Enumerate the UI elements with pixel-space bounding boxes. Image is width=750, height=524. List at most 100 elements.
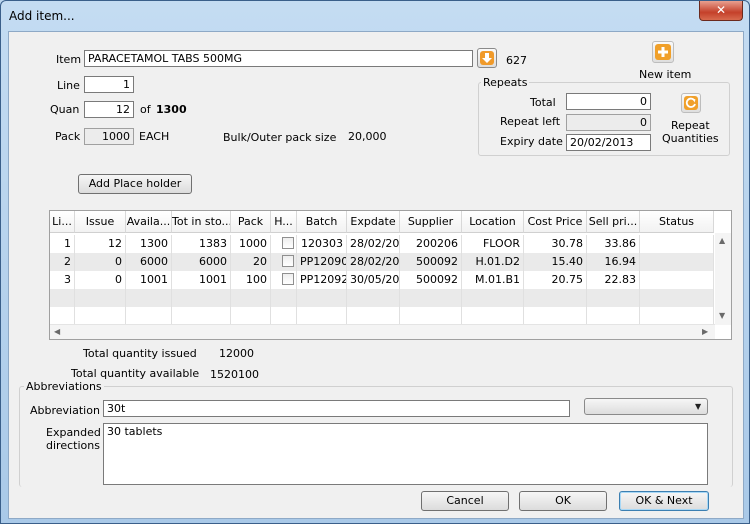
column-header[interactable]: Location <box>462 211 524 233</box>
vertical-scrollbar[interactable]: ▲ ▼ <box>715 233 731 325</box>
table-cell <box>75 289 126 307</box>
table-row[interactable]: 206000600020PP12090428/02/2015500092H.01… <box>50 253 714 271</box>
new-item-label: New item <box>639 68 692 81</box>
abbreviation-dropdown[interactable]: ▼ <box>584 398 708 415</box>
horizontal-scrollbar[interactable]: ◀ ▶ <box>50 324 715 339</box>
hold-checkbox[interactable] <box>282 255 294 267</box>
batch-table: Li... Issue Availa... Tot in sto... Pack H...… <box>49 210 732 340</box>
repeats-total-label: Total <box>530 96 556 109</box>
table-cell: 0 <box>75 271 126 289</box>
table-cell <box>462 307 524 325</box>
table-row[interactable]: 3010011001100PP12092430/05/2015500092M.0… <box>50 271 714 289</box>
hold-checkbox[interactable] <box>282 237 294 249</box>
table-cell <box>271 271 297 289</box>
column-header[interactable]: Tot in sto... <box>172 211 231 233</box>
of-label: of <box>140 103 151 116</box>
add-place-holder-button[interactable]: Add Place holder <box>78 174 192 194</box>
table-cell <box>126 307 172 325</box>
expanded-directions-field[interactable]: 30 tablets <box>103 423 708 485</box>
table-row[interactable]: 112130013831000 12030328/02/2015200206FLO… <box>50 235 714 253</box>
item-name-field[interactable]: PARACETAMOL TABS 500MG <box>84 50 473 67</box>
abbreviations-group-label: Abbreviations <box>24 380 104 393</box>
repeats-total-field[interactable]: 0 <box>566 93 651 110</box>
column-header[interactable]: Cost Price <box>524 211 587 233</box>
table-cell <box>640 271 714 289</box>
empty-table-row[interactable] <box>50 289 714 307</box>
scroll-down-icon[interactable]: ▼ <box>719 311 725 320</box>
item-code: 627 <box>506 54 527 67</box>
table-cell: 1 <box>50 235 75 253</box>
column-header[interactable]: Issue <box>75 211 126 233</box>
table-cell <box>347 307 400 325</box>
new-item-button[interactable] <box>652 41 674 63</box>
column-header[interactable]: Li... <box>50 211 75 233</box>
table-cell <box>50 307 75 325</box>
table-cell <box>524 289 587 307</box>
cancel-button[interactable]: Cancel <box>421 491 509 511</box>
quantity-field[interactable]: 12 <box>84 101 134 118</box>
column-header[interactable]: Expdate <box>347 211 400 233</box>
table-cell: 28/02/2015 <box>347 253 400 271</box>
table-cell: 6000 <box>172 253 231 271</box>
table-cell <box>231 289 271 307</box>
table-cell: PP120904 <box>297 253 347 271</box>
table-cell <box>50 289 75 307</box>
table-cell <box>640 235 714 253</box>
table-cell: M.01.B1 <box>462 271 524 289</box>
column-header[interactable]: Supplier <box>400 211 462 233</box>
repeats-group-label: Repeats <box>481 76 530 89</box>
ok-button[interactable]: OK <box>519 491 607 511</box>
of-value: 1300 <box>156 103 187 116</box>
repeat-left-field: 0 <box>566 114 651 131</box>
total-available-label: Total quantity available <box>71 367 200 380</box>
table-cell <box>271 289 297 307</box>
table-cell: 1000 <box>231 235 271 253</box>
pack-field: 1000 <box>84 128 134 145</box>
column-header[interactable]: H... <box>271 211 297 233</box>
quan-label: Quan <box>50 103 80 116</box>
item-lookup-button[interactable] <box>477 48 497 68</box>
table-cell: 1383 <box>172 235 231 253</box>
scroll-up-icon[interactable]: ▲ <box>719 236 725 245</box>
total-available-value: 1520100 <box>210 368 259 381</box>
column-header[interactable]: Availa... <box>126 211 172 233</box>
total-issued-value: 12000 <box>219 347 254 360</box>
table-cell <box>297 289 347 307</box>
table-cell: 16.94 <box>587 253 640 271</box>
table-cell: 30.78 <box>524 235 587 253</box>
scroll-left-icon[interactable]: ◀ <box>54 327 60 336</box>
expiry-date-field[interactable]: 20/02/2013 <box>566 134 651 151</box>
bulk-pack-label: Bulk/Outer pack size <box>223 131 337 144</box>
expiry-date-label: Expiry date <box>500 135 563 148</box>
table-cell <box>271 307 297 325</box>
table-cell <box>231 307 271 325</box>
title-bar[interactable]: Add item... ✕ <box>1 1 749 31</box>
table-cell <box>400 289 462 307</box>
table-cell <box>640 253 714 271</box>
scroll-right-icon[interactable]: ▶ <box>702 327 708 336</box>
close-button[interactable]: ✕ <box>699 1 743 21</box>
line-label: Line <box>57 79 80 92</box>
abbreviation-field[interactable]: 30t <box>103 400 570 417</box>
table-cell: 1001 <box>172 271 231 289</box>
refresh-icon <box>684 96 698 110</box>
table-cell <box>271 253 297 271</box>
ok-next-button[interactable]: OK & Next <box>619 491 709 511</box>
empty-table-row[interactable] <box>50 307 714 325</box>
plus-icon <box>655 44 671 60</box>
table-cell <box>297 307 347 325</box>
table-cell <box>524 307 587 325</box>
table-cell: 20 <box>231 253 271 271</box>
column-header[interactable]: Pack <box>231 211 271 233</box>
table-cell: 120303 <box>297 235 347 253</box>
table-cell: 200206 <box>400 235 462 253</box>
hold-checkbox[interactable] <box>282 273 294 285</box>
column-header[interactable]: Status <box>640 211 714 233</box>
line-field[interactable]: 1 <box>84 76 134 93</box>
column-header[interactable]: Sell pri... <box>587 211 640 233</box>
pack-unit: EACH <box>139 130 170 143</box>
table-cell <box>172 289 231 307</box>
column-header[interactable]: Batch <box>297 211 347 233</box>
expanded-directions-text: 30 tablets <box>107 425 163 438</box>
repeat-quantities-button[interactable] <box>681 93 701 113</box>
